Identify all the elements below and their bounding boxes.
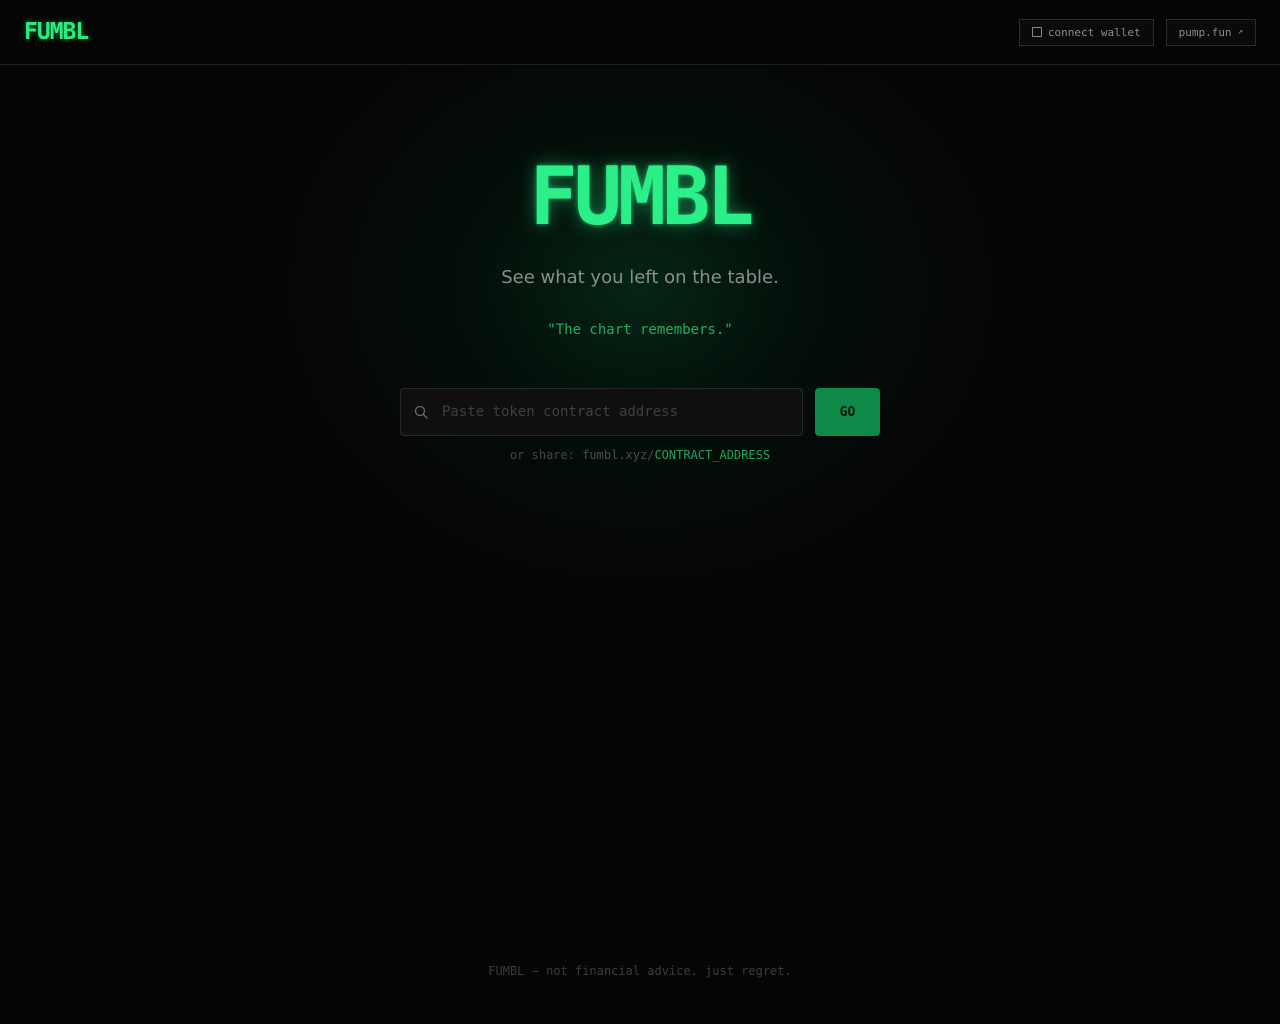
search-box <box>400 388 803 436</box>
wallet-icon <box>1031 27 1042 37</box>
contract-address-input[interactable] <box>401 389 802 435</box>
share-prefix: or share: <box>509 448 583 462</box>
share-address: CONTRACT_ADDRESS <box>654 448 771 462</box>
pump-fun-label: pump.fun <box>1178 25 1232 39</box>
hero-quote: "The chart remembers." <box>547 322 733 338</box>
header-logo[interactable]: FUMBL <box>24 19 89 45</box>
search-icon <box>414 405 428 419</box>
pump-fun-link[interactable]: pump.fun ↗ <box>1165 18 1256 46</box>
top-bar: FUMBL connect wallet pump.fun ↗ <box>0 0 1280 65</box>
external-link-icon: ↗ <box>1237 27 1243 37</box>
header-actions: connect wallet pump.fun ↗ <box>1018 18 1256 46</box>
go-button[interactable]: GO <box>815 388 880 436</box>
hero-tagline: See what you left on the table. <box>501 267 779 288</box>
share-hint: or share: fumbl.xyz/CONTRACT_ADDRESS <box>0 448 1280 462</box>
hero-title: FUMBL <box>529 150 755 243</box>
share-domain: fumbl.xyz/ <box>582 448 655 462</box>
connect-wallet-button[interactable]: connect wallet <box>1018 18 1154 46</box>
hero-glow <box>240 64 1040 624</box>
footer-disclaimer: FUMBL — not financial advice. just regre… <box>488 964 792 978</box>
connect-wallet-label: connect wallet <box>1047 25 1141 39</box>
